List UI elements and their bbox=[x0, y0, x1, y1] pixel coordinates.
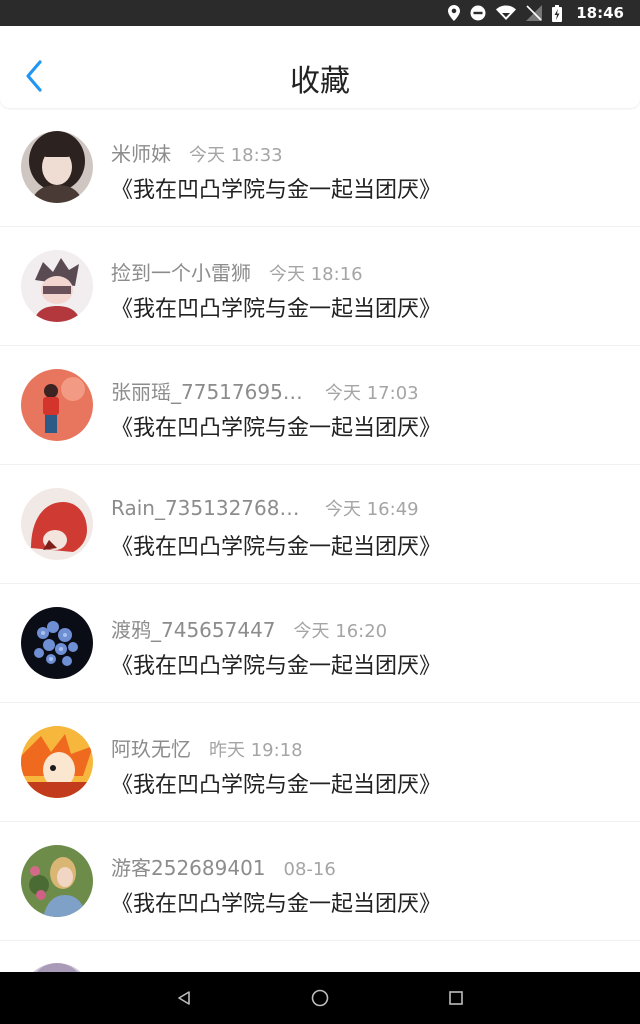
avatar bbox=[21, 131, 93, 203]
item-meta: 渡鸦_745657447 今天 16:20 bbox=[111, 614, 387, 643]
battery-charging-icon bbox=[552, 4, 563, 22]
username: Rain_73513276836... bbox=[111, 496, 307, 520]
nav-home-button[interactable] bbox=[290, 972, 350, 1024]
status-bar: 18:46 bbox=[0, 0, 640, 26]
list-item[interactable]: 捡到一个小雷狮 今天 18:16 《我在凹凸学院与金一起当团厌》 bbox=[0, 227, 640, 346]
book-title: 《我在凹凸学院与金一起当团厌》 bbox=[111, 654, 442, 679]
item-meta: 米师妹 今天 18:33 bbox=[111, 138, 283, 167]
timestamp: 昨天 19:18 bbox=[209, 740, 303, 761]
username: 阿玖无忆 bbox=[111, 737, 191, 761]
nav-recents-button[interactable] bbox=[426, 972, 486, 1024]
book-title: 《我在凹凸学院与金一起当团厌》 bbox=[111, 892, 442, 917]
do-not-disturb-icon bbox=[470, 5, 486, 21]
username: 张丽瑶_775176954... bbox=[111, 380, 307, 404]
navigation-bar bbox=[0, 972, 640, 1024]
list-item[interactable]: 渡鸦_745657447 今天 16:20 《我在凹凸学院与金一起当团厌》 bbox=[0, 584, 640, 703]
list-item[interactable] bbox=[0, 941, 640, 972]
timestamp: 今天 18:33 bbox=[189, 145, 283, 166]
username: 游客252689401 bbox=[111, 856, 266, 880]
avatar bbox=[21, 845, 93, 917]
page-title: 收藏 bbox=[290, 64, 350, 99]
location-icon bbox=[448, 5, 461, 21]
book-title: 《我在凹凸学院与金一起当团厌》 bbox=[111, 178, 442, 203]
avatar bbox=[21, 726, 93, 798]
app-header: 收藏 bbox=[0, 26, 640, 108]
item-meta: Rain_73513276836... 今天 16:49 bbox=[111, 495, 419, 521]
item-meta: 游客252689401 08-16 bbox=[111, 852, 336, 881]
item-meta: 捡到一个小雷狮 今天 18:16 bbox=[111, 257, 363, 286]
timestamp: 今天 17:03 bbox=[325, 383, 419, 404]
square-recents-icon bbox=[449, 991, 463, 1005]
avatar bbox=[21, 369, 93, 441]
list-item[interactable]: 阿玖无忆 昨天 19:18 《我在凹凸学院与金一起当团厌》 bbox=[0, 703, 640, 822]
username: 米师妹 bbox=[111, 142, 171, 166]
book-title: 《我在凹凸学院与金一起当团厌》 bbox=[111, 297, 442, 322]
username: 捡到一个小雷狮 bbox=[111, 261, 251, 285]
timestamp: 今天 16:20 bbox=[293, 621, 388, 642]
username: 渡鸦_745657447 bbox=[111, 618, 276, 642]
wifi-icon bbox=[496, 5, 517, 21]
list-item[interactable]: 游客252689401 08-16 《我在凹凸学院与金一起当团厌》 bbox=[0, 822, 640, 941]
book-title: 《我在凹凸学院与金一起当团厌》 bbox=[111, 773, 442, 798]
status-time: 18:46 bbox=[576, 4, 624, 22]
avatar bbox=[21, 963, 93, 972]
triangle-back-icon bbox=[178, 991, 190, 1005]
timestamp: 今天 16:49 bbox=[325, 499, 419, 520]
list-item[interactable]: 张丽瑶_775176954... 今天 17:03 《我在凹凸学院与金一起当团厌… bbox=[0, 346, 640, 465]
favorites-list: 米师妹 今天 18:33 《我在凹凸学院与金一起当团厌》 捡到一个小雷狮 今天 … bbox=[0, 108, 640, 972]
status-icons: 18:46 bbox=[448, 0, 624, 26]
avatar bbox=[21, 250, 93, 322]
item-meta: 张丽瑶_775176954... 今天 17:03 bbox=[111, 376, 419, 405]
nav-back-button[interactable] bbox=[154, 972, 214, 1024]
circle-home-icon bbox=[311, 989, 329, 1007]
book-title: 《我在凹凸学院与金一起当团厌》 bbox=[111, 535, 442, 560]
avatar bbox=[21, 488, 93, 560]
timestamp: 今天 18:16 bbox=[269, 264, 363, 285]
no-signal-icon bbox=[526, 5, 543, 21]
list-item[interactable]: 米师妹 今天 18:33 《我在凹凸学院与金一起当团厌》 bbox=[0, 108, 640, 227]
book-title: 《我在凹凸学院与金一起当团厌》 bbox=[111, 416, 442, 441]
avatar bbox=[21, 607, 93, 679]
item-meta: 阿玖无忆 昨天 19:18 bbox=[111, 733, 303, 762]
timestamp: 08-16 bbox=[283, 859, 336, 880]
list-item[interactable]: Rain_73513276836... 今天 16:49 《我在凹凸学院与金一起… bbox=[0, 465, 640, 584]
